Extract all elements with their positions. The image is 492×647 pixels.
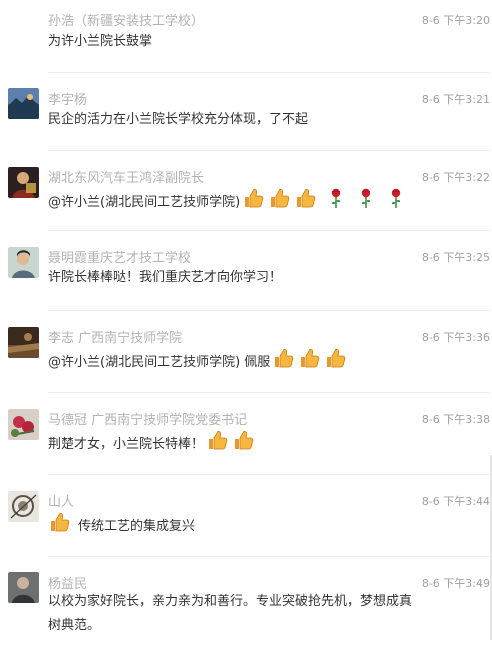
comment-item: 湖北东风汽车王鸿泽副院长 8-6 下午3:22 @许小兰(湖北民间工艺技师学院): [0, 150, 492, 230]
comment-body: 为许小兰院长鼓掌: [48, 30, 482, 54]
avatar[interactable]: [8, 327, 39, 358]
thumbs-up-icon: [206, 428, 230, 461]
comment-text-line: 以校为家好院长，亲力亲为和善行。专业突破抢先机，梦想成真: [48, 594, 413, 609]
comment-list: 孙浩（新疆安装技工学校） 8-6 下午3:20 为许小兰院长鼓掌 李宇杨 8-6…: [0, 0, 492, 647]
avatar[interactable]: [8, 247, 39, 278]
comment-text: 许院长棒棒哒！我们重庆艺才向你学习！: [48, 270, 283, 285]
avatar[interactable]: [8, 409, 39, 440]
thumbs-up-icon: [232, 428, 256, 461]
thumbs-up-icon: [48, 510, 72, 543]
comment-item: 李宇杨 8-6 下午3:21 民企的活力在小兰院长学校充分体现，了不起: [0, 72, 492, 150]
rose-icon: [354, 186, 378, 219]
comment-time: 8-6 下午3:22: [421, 171, 490, 184]
comment-text: 传统工艺的集成复兴: [78, 518, 196, 534]
avatar[interactable]: [8, 167, 39, 198]
divider: [48, 310, 490, 311]
comment-time: 8-6 下午3:38: [421, 413, 490, 426]
comment-body: @许小兰(湖北民间工艺技师学院) 佩服: [48, 346, 482, 379]
commenter-name[interactable]: 山人: [48, 491, 74, 510]
comment-body: 以校为家好院长，亲力亲为和善行。专业突破抢先机，梦想成真 树典范。: [48, 590, 482, 638]
comment-time: 8-6 下午3:44: [421, 495, 490, 508]
rose-icon: [384, 186, 408, 219]
comment-time: 8-6 下午3:49: [421, 577, 490, 590]
rose-icon: [324, 186, 348, 219]
thumbs-up-icon: [294, 186, 318, 219]
avatar[interactable]: [8, 88, 39, 119]
commenter-name[interactable]: 湖北东风汽车王鸿泽副院长: [48, 167, 204, 186]
comment-item: 山人 8-6 下午3:44 传统工艺的集成复兴: [0, 474, 492, 554]
divider: [48, 556, 490, 557]
comment-item: 杨益民 8-6 下午3:49 以校为家好院长，亲力亲为和善行。专业突破抢先机，梦…: [0, 556, 492, 647]
thumbs-up-icon: [268, 186, 292, 219]
comment-text: 为许小兰院长鼓掌: [48, 34, 153, 49]
thumbs-up-icon: [324, 346, 348, 379]
commenter-name[interactable]: 马德冠 广西南宁技师学院党委书记: [48, 409, 247, 428]
comment-time: 8-6 下午3:25: [421, 251, 490, 264]
comment-item: 李志 广西南宁技师学院 8-6 下午3:36 @许小兰(湖北民间工艺技师学院) …: [0, 310, 492, 390]
comment-text: @许小兰(湖北民间工艺技师学院) 佩服: [48, 354, 271, 370]
comment-item: 孙浩（新疆安装技工学校） 8-6 下午3:20 为许小兰院长鼓掌: [0, 0, 492, 72]
comment-text: 荆楚才女，小兰院长特棒！: [48, 436, 205, 452]
comment-text: @许小兰(湖北民间工艺技师学院): [48, 194, 241, 210]
comment-text: 民企的活力在小兰院长学校充分体现，了不起: [48, 112, 309, 127]
thumbs-up-icon: [298, 346, 322, 379]
comment-body: 传统工艺的集成复兴: [48, 510, 482, 543]
thumbs-up-icon: [272, 346, 296, 379]
comment-time: 8-6 下午3:21: [421, 93, 490, 106]
commenter-name[interactable]: 聂明霞重庆艺才技工学校: [48, 247, 191, 266]
comment-time: 8-6 下午3:20: [421, 14, 490, 27]
divider: [48, 72, 490, 73]
comment-body: @许小兰(湖北民间工艺技师学院): [48, 186, 482, 219]
divider: [48, 392, 490, 393]
divider: [48, 150, 490, 151]
commenter-name[interactable]: 李宇杨: [48, 89, 87, 108]
comment-text-line: 树典范。: [48, 618, 101, 633]
avatar[interactable]: [8, 572, 39, 603]
comment-body: 民企的活力在小兰院长学校充分体现，了不起: [48, 108, 482, 132]
divider: [48, 230, 490, 231]
comment-body: 许院长棒棒哒！我们重庆艺才向你学习！: [48, 266, 482, 290]
comment-item: 马德冠 广西南宁技师学院党委书记 8-6 下午3:38 荆楚才女，小兰院长特棒！: [0, 392, 492, 472]
commenter-name[interactable]: 李志 广西南宁技师学院: [48, 327, 182, 346]
commenter-name[interactable]: 孙浩（新疆安装技工学校）: [48, 10, 204, 29]
comment-time: 8-6 下午3:36: [421, 331, 490, 344]
comment-item: 聂明霞重庆艺才技工学校 8-6 下午3:25 许院长棒棒哒！我们重庆艺才向你学习…: [0, 230, 492, 310]
divider: [48, 474, 490, 475]
comment-body: 荆楚才女，小兰院长特棒！: [48, 428, 482, 461]
avatar[interactable]: [8, 491, 39, 522]
thumbs-up-icon: [242, 186, 266, 219]
